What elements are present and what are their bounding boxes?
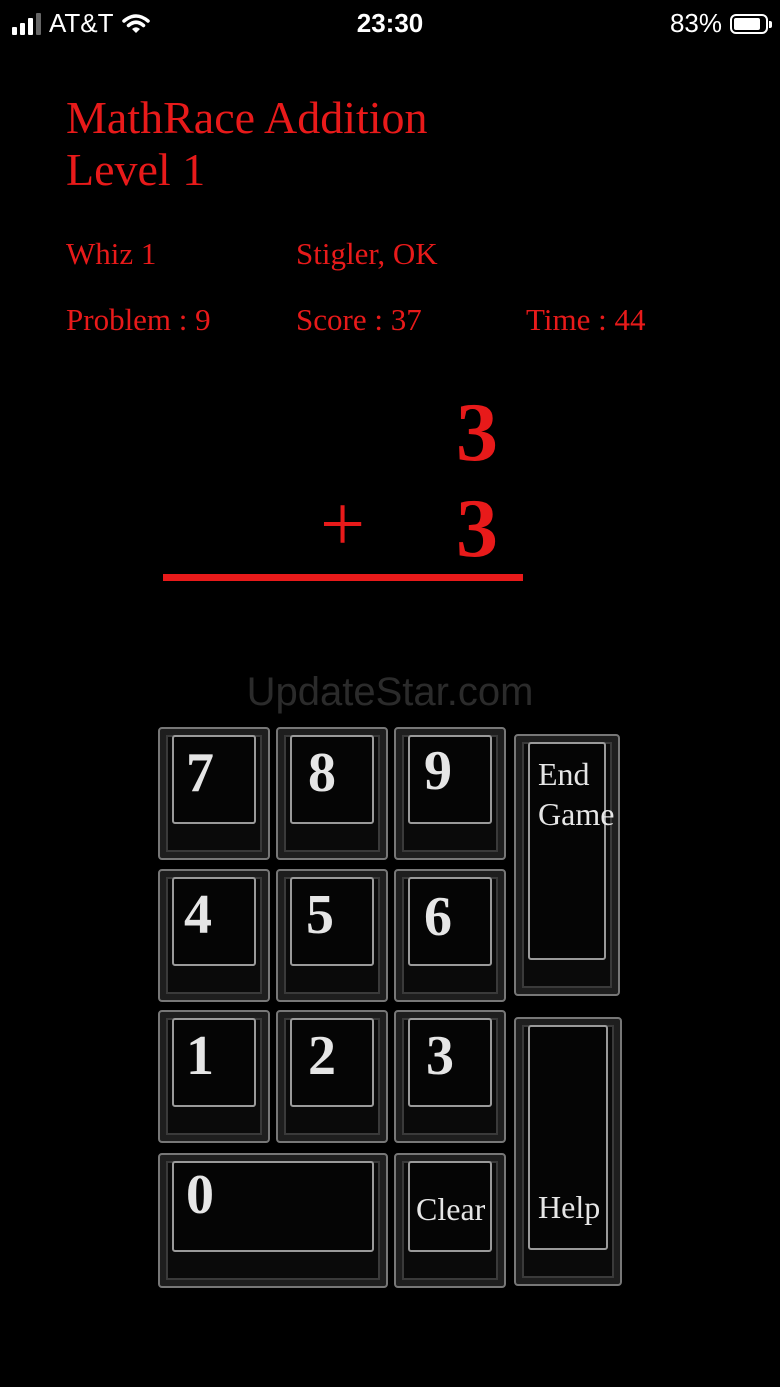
key-label: 8 <box>308 742 336 804</box>
game-title-block: MathRace Addition Level 1 <box>66 92 428 196</box>
battery-icon <box>730 13 772 34</box>
key-0[interactable]: 0 <box>158 1153 388 1288</box>
key-label: 7 <box>186 742 214 804</box>
battery-percent: 83% <box>669 8 722 38</box>
problem-counter: Problem : 9 <box>66 302 211 337</box>
status-bar: AT&T 23:30 83% <box>0 0 780 50</box>
key-label: 6 <box>424 886 452 948</box>
key-9[interactable]: 9 <box>394 727 506 860</box>
key-1[interactable]: 1 <box>158 1010 270 1143</box>
key-label: 2 <box>308 1025 336 1087</box>
clear-button[interactable]: Clear <box>394 1153 506 1288</box>
score-label: Score : 37 <box>296 302 422 337</box>
key-2[interactable]: 2 <box>276 1010 388 1143</box>
clock: 23:30 <box>356 8 424 38</box>
help-button[interactable]: Help <box>514 1017 622 1286</box>
key-label: 5 <box>306 884 334 946</box>
bottom-operand: 3 <box>456 482 498 575</box>
key-8[interactable]: 8 <box>276 727 388 860</box>
key-4[interactable]: 4 <box>158 869 270 1002</box>
key-label: 1 <box>186 1025 214 1087</box>
watermark: UpdateStar.com <box>246 670 534 714</box>
game-title: MathRace Addition <box>66 92 428 143</box>
player-name: Whiz 1 <box>66 236 157 271</box>
top-operand: 3 <box>456 386 498 479</box>
key-3[interactable]: 3 <box>394 1010 506 1143</box>
end-game-button[interactable]: End Game <box>514 734 620 996</box>
level-label: Level 1 <box>66 144 206 195</box>
player-location: Stigler, OK <box>296 236 438 271</box>
help-label: Help <box>538 1189 601 1225</box>
key-label: 3 <box>426 1025 454 1087</box>
end-game-label-line2: Game <box>538 796 615 832</box>
end-game-label: End Game <box>538 754 614 834</box>
clear-label: Clear <box>416 1191 486 1227</box>
key-7[interactable]: 7 <box>158 727 270 860</box>
end-game-label-line1: End <box>538 756 590 792</box>
key-label: 0 <box>186 1164 214 1226</box>
key-5[interactable]: 5 <box>276 869 388 1002</box>
time-label: Time : 44 <box>526 302 646 337</box>
operator-sign: + <box>320 481 366 569</box>
key-6[interactable]: 6 <box>394 869 506 1002</box>
key-label: 9 <box>424 740 452 802</box>
key-label: 4 <box>184 884 212 946</box>
answer-line <box>163 574 523 581</box>
